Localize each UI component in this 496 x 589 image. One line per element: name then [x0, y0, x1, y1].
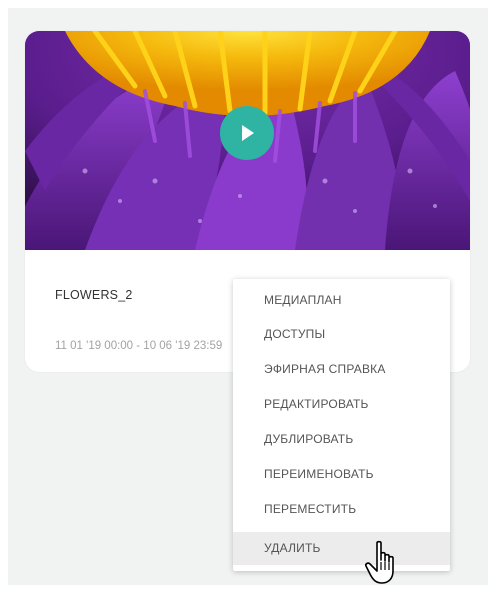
menu-item-duplicate[interactable]: ДУБЛИРОВАТЬ — [233, 423, 450, 456]
hand-pointer-icon — [365, 540, 394, 584]
play-icon — [242, 125, 254, 141]
menu-item-delete[interactable]: УДАЛИТЬ — [233, 532, 450, 565]
menu-item-edit[interactable]: РЕДАКТИРОВАТЬ — [233, 388, 450, 421]
media-thumbnail[interactable] — [25, 31, 470, 250]
menu-item-rename[interactable]: ПЕРЕИМЕНОВАТЬ — [233, 458, 450, 491]
media-title: FLOWERS_2 — [55, 288, 133, 302]
menu-item-access[interactable]: ДОСТУПЫ — [233, 318, 450, 351]
play-button[interactable] — [220, 106, 274, 160]
menu-item-broadcast-report[interactable]: ЭФИРНАЯ СПРАВКА — [233, 353, 450, 386]
menu-item-move[interactable]: ПЕРЕМЕСТИТЬ — [233, 493, 450, 526]
context-menu: МЕДИАПЛАН ДОСТУПЫ ЭФИРНАЯ СПРАВКА РЕДАКТ… — [233, 279, 450, 571]
menu-item-mediaplan[interactable]: МЕДИАПЛАН — [233, 284, 450, 317]
